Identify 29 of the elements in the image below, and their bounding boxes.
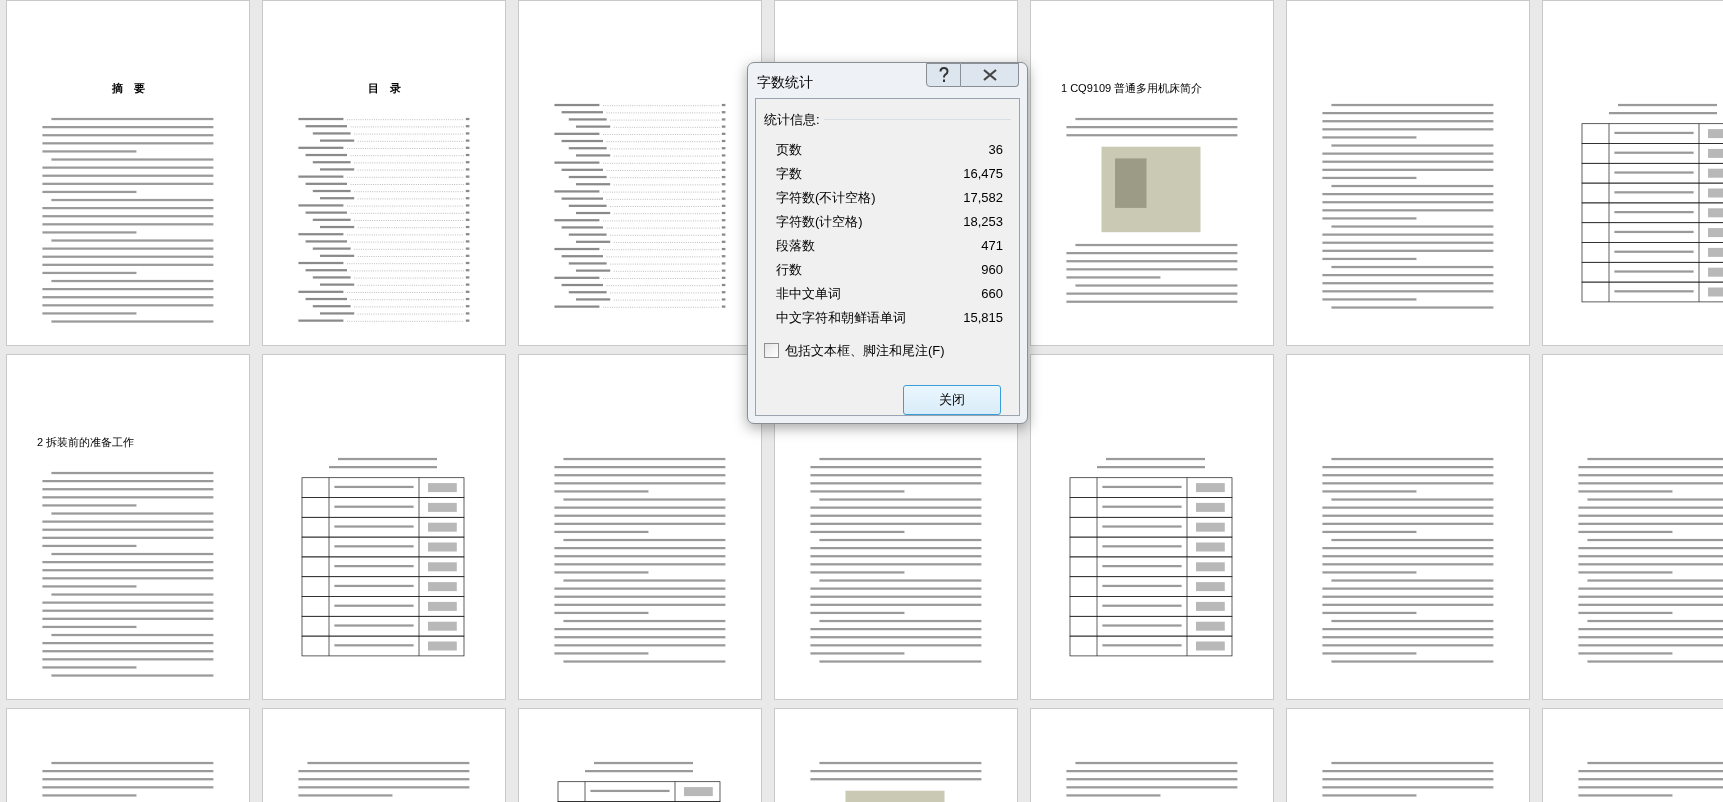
stat-value: 471 [981,236,1003,255]
stat-label: 段落数 [776,236,815,255]
stat-value: 660 [981,284,1003,303]
stat-value: 36 [988,140,1003,159]
stat-value: 18,253 [963,212,1003,231]
stat-value: 17,582 [963,188,1003,207]
section-label: 统计信息: [764,111,820,129]
stat-value: 960 [981,260,1003,279]
stat-label: 字符数(不计空格) [776,188,876,207]
stat-label: 字数 [776,164,802,183]
help-icon [938,67,949,83]
stat-label: 非中文单词 [776,284,841,303]
close-button[interactable] [961,63,1019,87]
page-heading: 摘 要 [111,81,145,95]
page-heading: 目 录 [367,81,401,95]
close-dialog-button[interactable]: 关闭 [903,385,1001,415]
page-heading: 1 CQ9109 普通多用机床简介 [1061,81,1203,95]
page-heading: 2 拆装前的准备工作 [37,435,135,449]
stat-value: 16,475 [963,164,1003,183]
stat-label: 中文字符和朝鲜语单词 [776,308,906,327]
stat-label: 行数 [776,260,802,279]
checkbox[interactable] [764,342,779,358]
help-button[interactable] [926,63,961,87]
stat-label: 页数 [776,140,802,159]
stat-label: 字符数(计空格) [776,212,863,231]
dialog-title: 字数统计 [757,73,813,92]
stat-value: 15,815 [963,308,1003,327]
close-icon [982,69,997,81]
checkbox-label[interactable]: 包括文本框、脚注和尾注(F) [785,340,945,360]
